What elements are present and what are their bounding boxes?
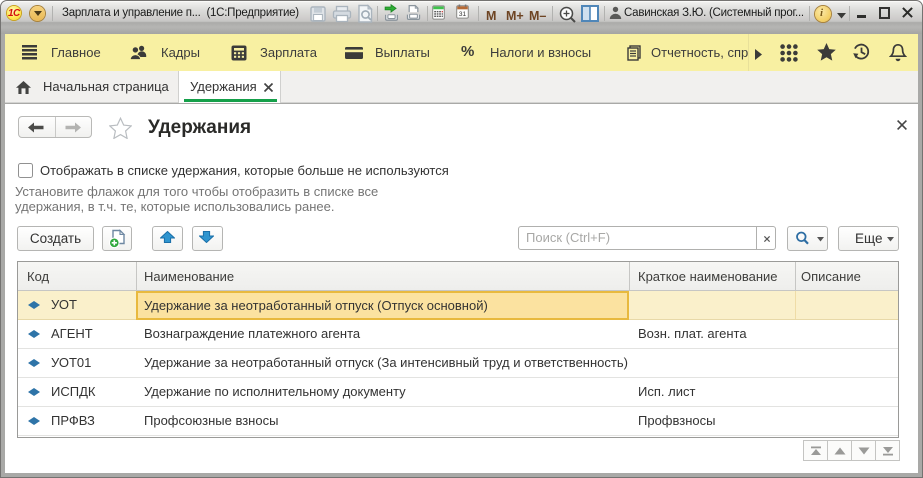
- svg-text:31: 31: [459, 11, 467, 18]
